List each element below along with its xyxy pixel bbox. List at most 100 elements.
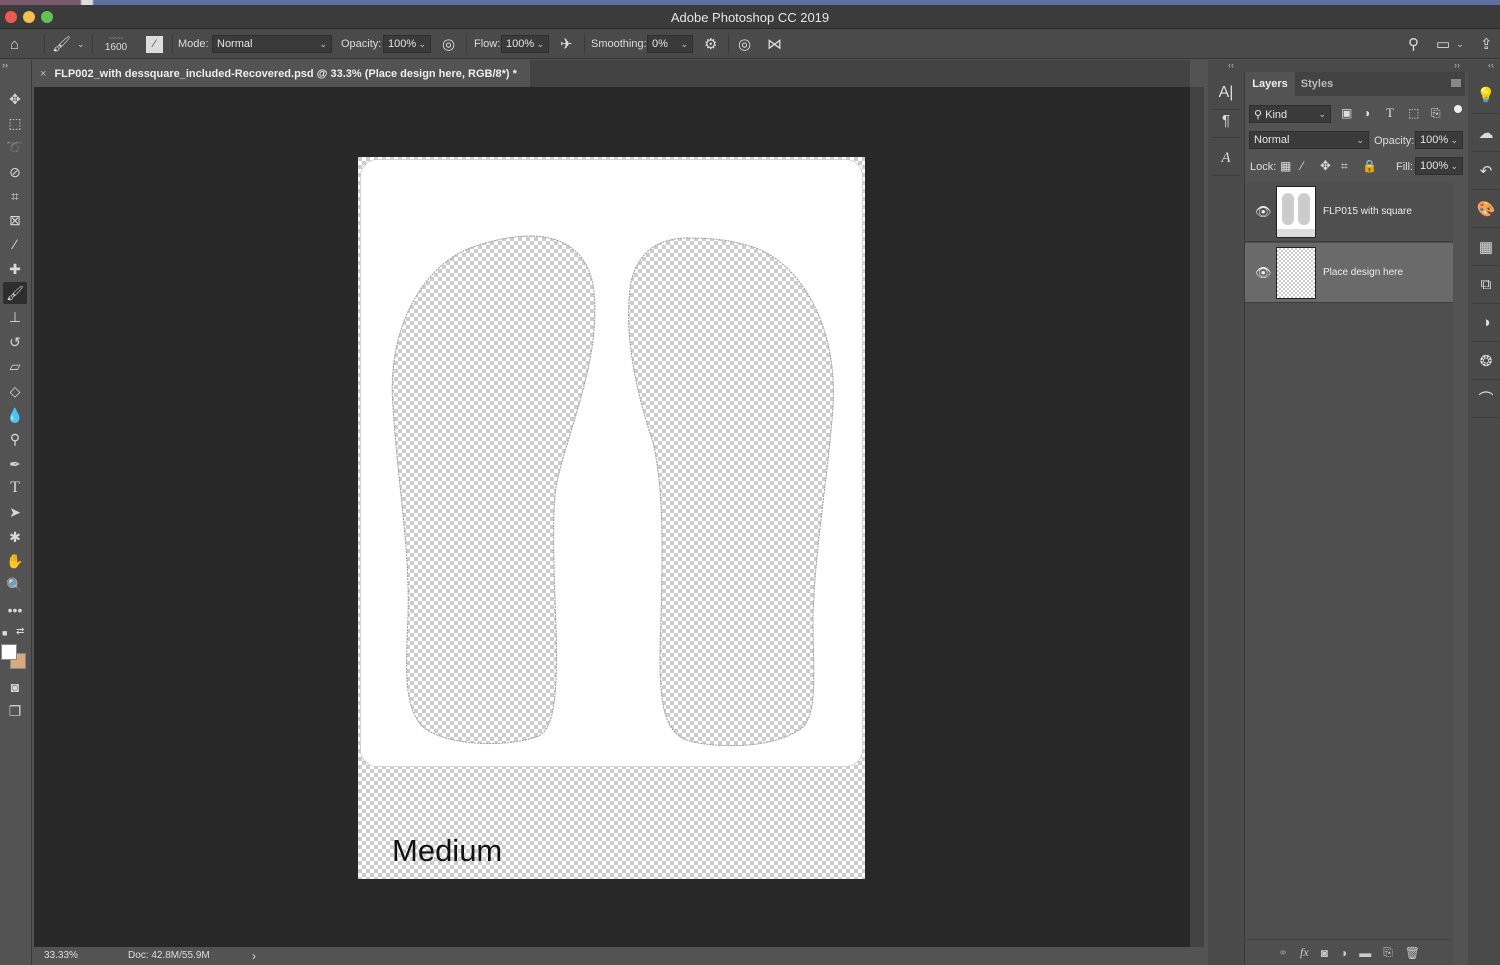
screen-mode-icon[interactable]: ❐ [3, 700, 27, 722]
lock-all-icon[interactable]: 🔒 [1362, 159, 1377, 173]
swap-colors-icon[interactable]: ⇄ [16, 626, 24, 637]
paragraph-panel-icon[interactable]: ¶ [1212, 104, 1240, 138]
search-icon[interactable]: ⚲ [1408, 35, 1419, 53]
adjustments-icon[interactable]: ◑ [1472, 304, 1500, 342]
new-layer-icon[interactable]: ⎘ [1383, 945, 1393, 960]
paint-bucket-tool-icon[interactable]: ◇ [3, 380, 27, 402]
dodge-tool-icon[interactable]: ⚲ [3, 428, 27, 450]
close-tab-icon[interactable]: × [40, 68, 46, 80]
channels-icon[interactable]: ❂ [1472, 342, 1500, 380]
filter-smart-object-icon[interactable]: ⎘ [1431, 106, 1441, 121]
path-selection-tool-icon[interactable]: ➤ [3, 501, 27, 523]
smoothing-input[interactable]: 0% ⌄ [647, 35, 693, 53]
opacity-input[interactable]: 100% ⌄ [383, 35, 431, 53]
airbrush-icon[interactable]: ✈ [560, 35, 573, 53]
pen-tool-icon[interactable]: ✒ [3, 453, 27, 475]
quick-mask-icon[interactable]: ◙ [3, 676, 27, 698]
adjustment-layer-icon[interactable]: ◑ [1340, 946, 1347, 960]
filter-kind-dropdown[interactable]: ⚲ Kind ⌄ [1249, 105, 1331, 123]
more-tools-icon[interactable]: ••• [3, 599, 27, 621]
frame-tool-icon[interactable]: ⊠ [3, 209, 27, 231]
tool-preset-picker[interactable]: 🖌 ⌄ [52, 29, 88, 59]
layer-row-selected[interactable]: 👁 Place design here [1245, 243, 1453, 303]
hand-tool-icon[interactable]: ✋ [3, 550, 27, 572]
add-mask-icon[interactable]: ◙ [1321, 946, 1328, 960]
lock-transparent-icon[interactable]: ▦ [1280, 159, 1291, 173]
chevron-down-icon: ⌄ [1450, 160, 1458, 171]
panel-dock-header: ›› [1244, 60, 1468, 72]
lock-position-icon[interactable]: ✥ [1320, 158, 1331, 174]
move-tool-icon[interactable]: ✥ [3, 88, 27, 110]
clone-stamp-tool-icon[interactable]: ⊥ [3, 306, 27, 328]
collapse-right-panels-button[interactable]: ‹‹ [1488, 60, 1494, 70]
lock-artboard-icon[interactable]: ⌗ [1341, 159, 1348, 174]
layer-name[interactable]: Place design here [1323, 267, 1403, 278]
blend-mode-dropdown[interactable]: Normal ⌄ [1249, 131, 1369, 149]
type-tool-icon[interactable]: T [3, 477, 27, 499]
filter-type-icon[interactable]: T [1386, 105, 1394, 121]
properties-3d-icon[interactable]: ⧉ [1472, 266, 1500, 304]
foreground-color-swatch[interactable] [1, 644, 17, 660]
brush-settings-button[interactable]: ⁄ [146, 29, 166, 59]
share-icon[interactable]: ⇪ [1480, 35, 1493, 53]
new-group-folder-icon[interactable]: ▬ [1359, 946, 1371, 960]
vertical-scrollbar[interactable] [1190, 87, 1204, 947]
collapse-panels-button[interactable]: ‹‹ [1228, 60, 1234, 70]
trash-icon[interactable]: 🗑 [1405, 946, 1420, 960]
gear-icon[interactable]: ⚙ [704, 35, 717, 53]
tab-styles[interactable]: Styles [1295, 72, 1339, 96]
layer-row[interactable]: 👁 FLP015 with square [1245, 182, 1453, 242]
layer-opacity-input[interactable]: 100% ⌄ [1415, 131, 1463, 149]
expand-panels-button[interactable]: ›› [1454, 60, 1460, 70]
blur-tool-icon[interactable]: 💧 [3, 404, 27, 426]
filter-adjustment-icon[interactable]: ◑ [1363, 106, 1370, 120]
lock-pixels-icon[interactable]: ⁄ [1301, 159, 1303, 173]
lasso-tool-icon[interactable]: ➰ [3, 136, 27, 158]
toolbar-collapse-button[interactable]: ›› [2, 60, 8, 70]
custom-shape-tool-icon[interactable]: ✱ [3, 526, 27, 548]
swatches-palette-icon[interactable]: 🎨 [1472, 190, 1500, 228]
zoom-level[interactable]: 33.33% [44, 950, 78, 961]
size-label-text: Medium [392, 833, 503, 868]
fill-input[interactable]: 100% ⌄ [1415, 157, 1463, 175]
brush-size-picker[interactable]: ~~~~~ 1600 [96, 29, 136, 59]
eyedropper-tool-icon[interactable]: ⁄ [3, 233, 27, 255]
eraser-tool-icon[interactable]: ▱ [3, 355, 27, 377]
default-colors-icon[interactable]: ■ [2, 628, 7, 638]
document-tab[interactable]: × FLP002_with dessquare_included-Recover… [34, 60, 530, 87]
document-canvas[interactable]: Medium [358, 157, 865, 879]
home-button[interactable]: ⌂ [10, 29, 34, 59]
paths-icon[interactable]: ⌒ [1472, 380, 1500, 418]
layer-style-fx-icon[interactable]: fx [1300, 945, 1309, 960]
panel-menu-icon[interactable] [1451, 79, 1461, 87]
filter-shape-icon[interactable]: ⬚ [1408, 106, 1419, 120]
quick-selection-tool-icon[interactable]: ⊘ [3, 161, 27, 183]
marquee-tool-icon[interactable]: ⬚ [3, 112, 27, 134]
crop-tool-icon[interactable]: ⌗ [3, 185, 27, 207]
mode-dropdown[interactable]: Normal ⌄ [212, 35, 332, 53]
libraries-cc-icon[interactable]: ☁ [1472, 114, 1500, 152]
eye-icon[interactable]: 👁 [1255, 204, 1272, 220]
zoom-tool-icon[interactable]: 🔍 [3, 574, 27, 596]
layer-name[interactable]: FLP015 with square [1323, 206, 1412, 217]
tab-layers[interactable]: Layers [1245, 72, 1295, 96]
link-layers-icon[interactable]: ⚭ [1278, 946, 1288, 960]
filter-pixel-icon[interactable]: ▣ [1341, 106, 1352, 120]
pressure-opacity-icon[interactable]: ◎ [442, 35, 455, 53]
filter-toggle[interactable] [1454, 105, 1462, 113]
fill-label: Fill: [1396, 161, 1414, 173]
flow-input[interactable]: 100% ⌄ [501, 35, 549, 53]
glyphs-panel-icon[interactable]: A [1212, 142, 1240, 176]
brush-icon: 🖌 [52, 36, 72, 53]
workspace-icon[interactable]: ▭ [1436, 35, 1450, 53]
symmetry-butterfly-icon[interactable]: ⋈ [767, 35, 782, 53]
learn-lightbulb-icon[interactable]: 💡 [1472, 76, 1500, 114]
pressure-size-icon[interactable]: ◎ [738, 35, 751, 53]
healing-brush-tool-icon[interactable]: ✚ [3, 258, 27, 280]
grid-swatches-icon[interactable]: ▦ [1472, 228, 1500, 266]
status-menu-arrow[interactable]: › [252, 949, 256, 963]
eye-icon[interactable]: 👁 [1255, 265, 1272, 281]
brush-tool-icon[interactable]: 🖌 [3, 282, 27, 304]
history-panel-icon[interactable]: ↶ [1472, 152, 1500, 190]
history-brush-tool-icon[interactable]: ↺ [3, 331, 27, 353]
